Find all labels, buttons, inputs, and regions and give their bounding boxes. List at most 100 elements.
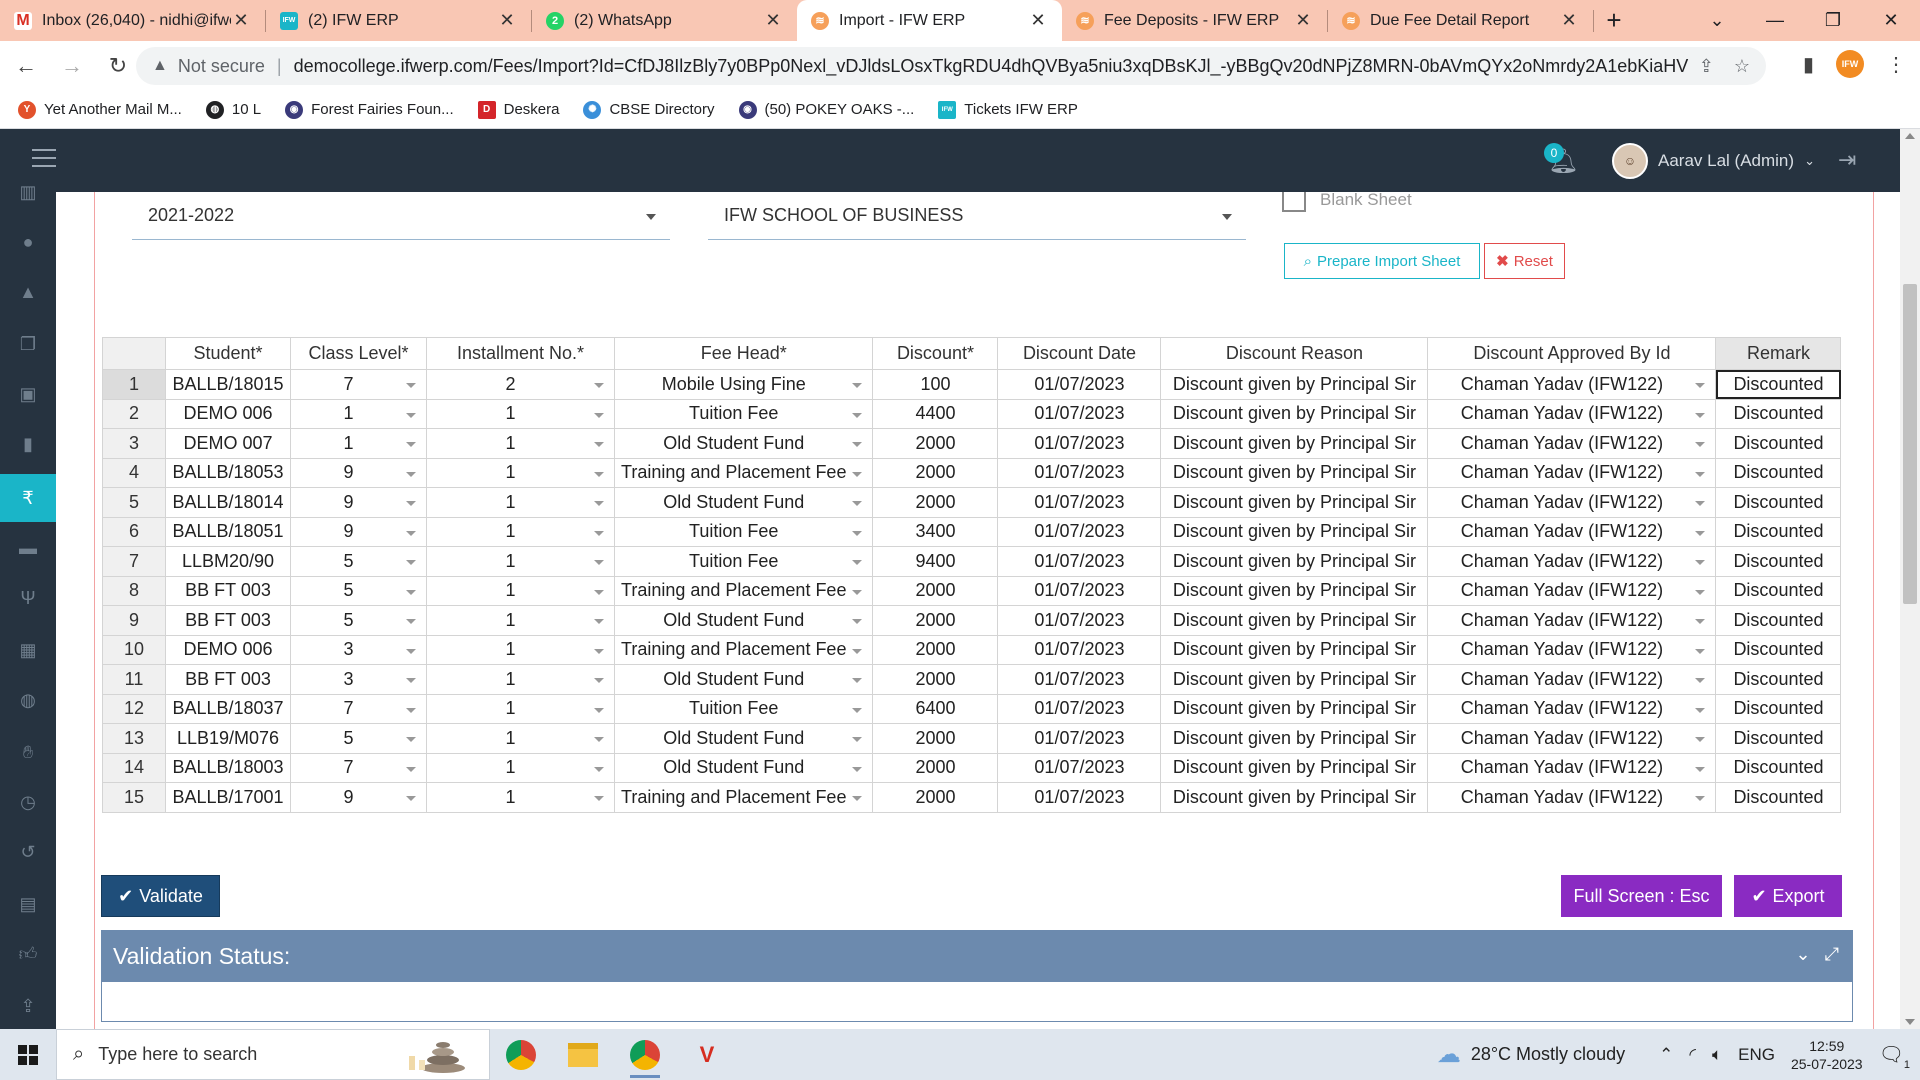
import-spreadsheet[interactable]: Student* Class Level* Installment No.* F… bbox=[102, 337, 1842, 813]
sidebar-item-upload[interactable]: ⇪ bbox=[0, 982, 56, 1030]
row-number[interactable]: 3 bbox=[102, 428, 166, 459]
discount-cell[interactable]: 2000 bbox=[872, 457, 999, 488]
class-level-cell[interactable]: 3 bbox=[290, 634, 427, 665]
fee-head-cell[interactable]: Tuition Fee bbox=[613, 693, 874, 724]
back-icon[interactable]: ← bbox=[6, 46, 46, 86]
discount-date-cell[interactable]: 01/07/2023 bbox=[997, 516, 1162, 547]
sidebar-item-transport[interactable]: ▦ bbox=[0, 626, 56, 674]
discount-cell[interactable]: 6400 bbox=[872, 693, 999, 724]
remark-cell[interactable]: Discounted bbox=[1715, 664, 1842, 695]
minimize-icon[interactable]: — bbox=[1746, 0, 1804, 41]
fee-head-cell[interactable]: Old Student Fund bbox=[613, 752, 874, 783]
class-level-cell[interactable]: 7 bbox=[290, 752, 427, 783]
row-number[interactable]: 4 bbox=[102, 457, 166, 488]
sidepanel-icon[interactable]: ▮ bbox=[1803, 52, 1814, 77]
sidebar-item-globe[interactable]: ◍ bbox=[0, 676, 56, 724]
discount-reason-cell[interactable]: Discount given by Principal Sir bbox=[1160, 428, 1429, 459]
discount-date-cell[interactable]: 01/07/2023 bbox=[997, 546, 1162, 577]
sidebar-item-feedback[interactable]: 👍︎ bbox=[0, 930, 56, 978]
taskbar-chrome-profile[interactable] bbox=[614, 1029, 676, 1080]
taskbar-file-explorer[interactable] bbox=[552, 1029, 614, 1080]
remark-cell[interactable]: Discounted bbox=[1715, 723, 1842, 754]
fee-head-cell[interactable]: Training and Placement Fee bbox=[613, 457, 874, 488]
tab-ifw-erp[interactable]: IFW (2) IFW ERP ✕ bbox=[266, 0, 531, 41]
class-level-cell[interactable]: 9 bbox=[290, 782, 427, 813]
remark-cell[interactable]: Discounted bbox=[1715, 605, 1842, 636]
discount-reason-cell[interactable]: Discount given by Principal Sir bbox=[1160, 575, 1429, 606]
start-button[interactable] bbox=[0, 1029, 56, 1080]
discount-reason-cell[interactable]: Discount given by Principal Sir bbox=[1160, 398, 1429, 429]
close-icon[interactable]: ✕ bbox=[497, 10, 517, 31]
row-number[interactable]: 6 bbox=[102, 516, 166, 547]
approved-by-cell[interactable]: Chaman Yadav (IFW122) bbox=[1427, 369, 1717, 400]
fee-head-cell[interactable]: Old Student Fund bbox=[613, 487, 874, 518]
installment-cell[interactable]: 1 bbox=[426, 546, 615, 577]
page-scrollbar[interactable] bbox=[1900, 129, 1920, 1029]
restore-icon[interactable]: ❐ bbox=[1804, 0, 1862, 41]
discount-cell[interactable]: 2000 bbox=[872, 634, 999, 665]
remark-cell[interactable]: Discounted bbox=[1715, 369, 1842, 400]
remark-cell[interactable]: Discounted bbox=[1715, 516, 1842, 547]
class-level-cell[interactable]: 1 bbox=[290, 398, 427, 429]
notification-center-icon[interactable]: 🗨︎ 1 bbox=[1879, 1042, 1910, 1071]
sidebar-item-clock[interactable]: ◷ bbox=[0, 778, 56, 826]
prepare-import-sheet-button[interactable]: ⌕ Prepare Import Sheet bbox=[1284, 243, 1480, 279]
column-header[interactable]: Discount Reason bbox=[1160, 337, 1429, 370]
bookmark-tickets[interactable]: IFW Tickets IFW ERP bbox=[938, 100, 1078, 119]
remark-cell[interactable]: Discounted bbox=[1715, 487, 1842, 518]
discount-cell[interactable]: 9400 bbox=[872, 546, 999, 577]
class-level-cell[interactable]: 3 bbox=[290, 664, 427, 695]
network-icon[interactable]: ◜ bbox=[1689, 1045, 1696, 1065]
discount-reason-cell[interactable]: Discount given by Principal Sir bbox=[1160, 782, 1429, 813]
class-level-cell[interactable]: 5 bbox=[290, 546, 427, 577]
close-icon[interactable]: ✕ bbox=[1028, 10, 1048, 31]
tab-import-active[interactable]: ≋ Import - IFW ERP ✕ bbox=[797, 0, 1062, 41]
sidebar-item-gallery[interactable]: ▣ bbox=[0, 370, 56, 418]
share-icon[interactable]: ⇪ bbox=[1699, 56, 1714, 77]
student-cell[interactable]: DEMO 006 bbox=[165, 398, 291, 429]
tab-search-icon[interactable]: ⌄ bbox=[1688, 0, 1746, 41]
session-select[interactable]: 2021-2022 bbox=[132, 192, 670, 240]
row-number[interactable]: 11 bbox=[102, 664, 166, 695]
installment-cell[interactable]: 1 bbox=[426, 752, 615, 783]
row-number[interactable]: 7 bbox=[102, 546, 166, 577]
remark-cell[interactable]: Discounted bbox=[1715, 782, 1842, 813]
discount-date-cell[interactable]: 01/07/2023 bbox=[997, 605, 1162, 636]
discount-reason-cell[interactable]: Discount given by Principal Sir bbox=[1160, 693, 1429, 724]
installment-cell[interactable]: 1 bbox=[426, 634, 615, 665]
discount-cell[interactable]: 2000 bbox=[872, 605, 999, 636]
discount-reason-cell[interactable]: Discount given by Principal Sir bbox=[1160, 369, 1429, 400]
discount-cell[interactable]: 2000 bbox=[872, 575, 999, 606]
student-cell[interactable]: DEMO 007 bbox=[165, 428, 291, 459]
language-indicator[interactable]: ENG bbox=[1738, 1045, 1775, 1065]
checkbox-box[interactable] bbox=[1282, 192, 1306, 212]
installment-cell[interactable]: 1 bbox=[426, 693, 615, 724]
remark-cell[interactable]: Discounted bbox=[1715, 428, 1842, 459]
remark-cell[interactable]: Discounted bbox=[1715, 693, 1842, 724]
address-bar[interactable]: ▲ Not secure | democollege.ifwerp.com/Fe… bbox=[136, 47, 1766, 85]
close-icon[interactable]: ✕ bbox=[1293, 10, 1313, 31]
row-number[interactable]: 15 bbox=[102, 782, 166, 813]
discount-cell[interactable]: 2000 bbox=[872, 487, 999, 518]
close-icon[interactable]: ✕ bbox=[1559, 10, 1579, 31]
reset-button[interactable]: ✖ Reset bbox=[1484, 243, 1565, 279]
fee-head-cell[interactable]: Tuition Fee bbox=[613, 516, 874, 547]
discount-reason-cell[interactable]: Discount given by Principal Sir bbox=[1160, 723, 1429, 754]
approved-by-cell[interactable]: Chaman Yadav (IFW122) bbox=[1427, 575, 1717, 606]
fee-head-cell[interactable]: Old Student Fund bbox=[613, 723, 874, 754]
remark-cell[interactable]: Discounted bbox=[1715, 398, 1842, 429]
approved-by-cell[interactable]: Chaman Yadav (IFW122) bbox=[1427, 664, 1717, 695]
row-number[interactable]: 2 bbox=[102, 398, 166, 429]
fee-head-cell[interactable]: Old Student Fund bbox=[613, 605, 874, 636]
approved-by-cell[interactable]: Chaman Yadav (IFW122) bbox=[1427, 457, 1717, 488]
validate-button[interactable]: ✔ Validate bbox=[101, 875, 220, 917]
student-cell[interactable]: BALLB/17001 bbox=[165, 782, 291, 813]
column-header[interactable]: Fee Head* bbox=[613, 337, 874, 370]
scroll-up-icon[interactable] bbox=[1905, 133, 1915, 139]
approved-by-cell[interactable]: Chaman Yadav (IFW122) bbox=[1427, 693, 1717, 724]
installment-cell[interactable]: 1 bbox=[426, 605, 615, 636]
approved-by-cell[interactable]: Chaman Yadav (IFW122) bbox=[1427, 782, 1717, 813]
school-select[interactable]: IFW SCHOOL OF BUSINESS bbox=[708, 192, 1246, 240]
fee-head-cell[interactable]: Training and Placement Fee bbox=[613, 782, 874, 813]
column-header[interactable]: Student* bbox=[165, 337, 291, 370]
